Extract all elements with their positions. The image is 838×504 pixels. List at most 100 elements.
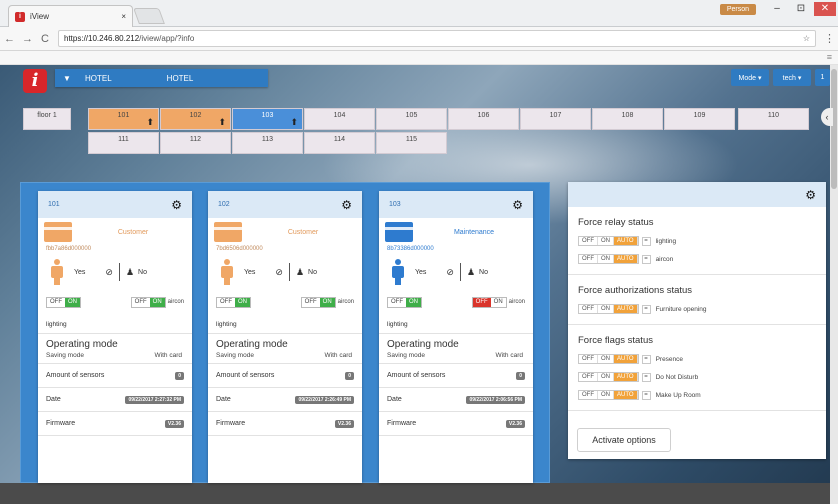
- opt-auto[interactable]: AUTO: [614, 373, 638, 381]
- lighting-switch[interactable]: OFF ON: [46, 296, 81, 308]
- app-logo[interactable]: i: [23, 69, 47, 93]
- switch-off[interactable]: OFF: [47, 297, 65, 307]
- opt-off[interactable]: OFF: [579, 355, 598, 363]
- url-input[interactable]: https://10.246.80.212/iview/app/?info ☆: [58, 30, 816, 47]
- room-111[interactable]: 111: [88, 132, 159, 154]
- aircon-switch[interactable]: OFF ON: [130, 296, 166, 308]
- aircon-switch[interactable]: OFF ON: [471, 296, 507, 308]
- page-scrollbar[interactable]: [830, 65, 838, 504]
- equals-toggle[interactable]: =: [641, 236, 651, 246]
- switch-on[interactable]: ON: [319, 297, 335, 307]
- equals-toggle[interactable]: =: [641, 372, 651, 382]
- tri-state-switch[interactable]: OFF ON AUTO: [578, 236, 639, 246]
- mode-dropdown[interactable]: Mode ▾: [731, 69, 769, 86]
- switch-off[interactable]: OFF: [301, 297, 320, 307]
- switch-on[interactable]: ON: [235, 297, 250, 307]
- gear-icon[interactable]: ⚙: [805, 188, 816, 202]
- url-host: https://10.246.80.212: [64, 34, 140, 43]
- tab-close-icon[interactable]: ×: [121, 12, 126, 21]
- room-102[interactable]: 102 ⬆: [160, 108, 231, 130]
- favicon-icon: i: [15, 11, 25, 22]
- lighting-switch[interactable]: OFF ON: [387, 296, 422, 308]
- opt-on[interactable]: ON: [598, 237, 614, 245]
- tri-state-switch[interactable]: OFF ON AUTO: [578, 354, 639, 364]
- tri-state-switch[interactable]: OFF ON AUTO: [578, 254, 639, 264]
- date-badge: 09/22/2017 2:26:49 PM: [295, 395, 354, 404]
- forward-icon[interactable]: →: [22, 33, 33, 45]
- opt-on[interactable]: ON: [598, 355, 614, 363]
- firmware-label: Firmware: [216, 420, 246, 427]
- opt-auto[interactable]: AUTO: [614, 391, 638, 399]
- room-107[interactable]: 107: [520, 108, 591, 130]
- opt-off[interactable]: OFF: [579, 391, 598, 399]
- opt-on[interactable]: ON: [598, 391, 614, 399]
- room-106[interactable]: 106: [448, 108, 519, 130]
- menu-icon[interactable]: ⋮: [824, 32, 835, 45]
- gear-icon[interactable]: ⚙: [341, 198, 352, 212]
- room-113[interactable]: 113: [232, 132, 303, 154]
- equals-toggle[interactable]: =: [641, 354, 651, 364]
- switch-off[interactable]: OFF: [217, 297, 235, 307]
- opt-auto[interactable]: AUTO: [614, 305, 638, 313]
- opt-off[interactable]: OFF: [579, 305, 598, 313]
- switch-on[interactable]: ON: [490, 297, 506, 307]
- opt-off[interactable]: OFF: [579, 373, 598, 381]
- room-103[interactable]: 103 ⬆: [232, 108, 303, 130]
- close-window-icon[interactable]: ✕: [814, 2, 836, 16]
- floor-selector[interactable]: floor 1: [23, 108, 71, 130]
- switch-on[interactable]: ON: [65, 297, 80, 307]
- back-icon[interactable]: ←: [4, 33, 15, 45]
- bookmarks-overflow-icon[interactable]: ≡: [827, 52, 832, 62]
- room-114[interactable]: 114: [304, 132, 375, 154]
- switch-on[interactable]: ON: [149, 297, 165, 307]
- filter-icon[interactable]: ▼: [59, 74, 75, 83]
- room-108[interactable]: 108: [592, 108, 663, 130]
- opt-on[interactable]: ON: [598, 255, 614, 263]
- separator: [459, 263, 461, 281]
- opt-auto[interactable]: AUTO: [614, 237, 638, 245]
- tri-state-switch[interactable]: OFF ON AUTO: [578, 390, 639, 400]
- opt-auto[interactable]: AUTO: [614, 255, 638, 263]
- saving-mode-row: Saving mode With card: [208, 350, 362, 364]
- room-112[interactable]: 112: [160, 132, 231, 154]
- maximize-icon[interactable]: ⊡: [790, 2, 812, 16]
- bookmark-star-icon[interactable]: ☆: [803, 34, 810, 43]
- room-101[interactable]: 101 ⬆: [88, 108, 159, 130]
- user-dropdown[interactable]: tech ▾: [773, 69, 811, 86]
- opt-off[interactable]: OFF: [579, 255, 598, 263]
- equals-toggle[interactable]: =: [641, 254, 651, 264]
- lighting-switch[interactable]: OFF ON: [216, 296, 251, 308]
- url-path: /iview/app/?info: [139, 34, 195, 43]
- gear-icon[interactable]: ⚙: [512, 198, 523, 212]
- room-104[interactable]: 104: [304, 108, 375, 130]
- side-panel-toggle[interactable]: ‹: [821, 108, 833, 126]
- maid-icon: ♟: [466, 266, 476, 277]
- room-110[interactable]: 110: [738, 108, 809, 130]
- hotel-selector[interactable]: ▼ HOTEL HOTEL: [55, 69, 268, 87]
- opt-on[interactable]: ON: [598, 373, 614, 381]
- room-109[interactable]: 109: [664, 108, 735, 130]
- reload-icon[interactable]: C: [40, 33, 50, 45]
- browser-tab[interactable]: i iView ×: [8, 5, 133, 27]
- switch-off[interactable]: OFF: [131, 297, 150, 307]
- count-button[interactable]: 1: [815, 69, 830, 86]
- activate-options-button[interactable]: Activate options: [577, 428, 671, 452]
- opt-on[interactable]: ON: [598, 305, 614, 313]
- aircon-switch[interactable]: OFF ON: [300, 296, 336, 308]
- equals-toggle[interactable]: =: [641, 304, 651, 314]
- opt-off[interactable]: OFF: [579, 237, 598, 245]
- profile-button[interactable]: Person: [719, 3, 756, 15]
- gear-icon[interactable]: ⚙: [171, 198, 182, 212]
- switch-off[interactable]: OFF: [388, 297, 406, 307]
- tri-state-switch[interactable]: OFF ON AUTO: [578, 372, 639, 382]
- tri-state-switch[interactable]: OFF ON AUTO: [578, 304, 639, 314]
- equals-toggle[interactable]: =: [641, 390, 651, 400]
- switch-on[interactable]: ON: [406, 297, 421, 307]
- minimize-icon[interactable]: –: [766, 2, 788, 16]
- new-tab-button[interactable]: [133, 8, 165, 24]
- scrollbar-thumb[interactable]: [831, 69, 837, 189]
- room-115[interactable]: 115: [376, 132, 447, 154]
- room-105[interactable]: 105: [376, 108, 447, 130]
- switch-off[interactable]: OFF: [472, 297, 491, 307]
- opt-auto[interactable]: AUTO: [614, 355, 638, 363]
